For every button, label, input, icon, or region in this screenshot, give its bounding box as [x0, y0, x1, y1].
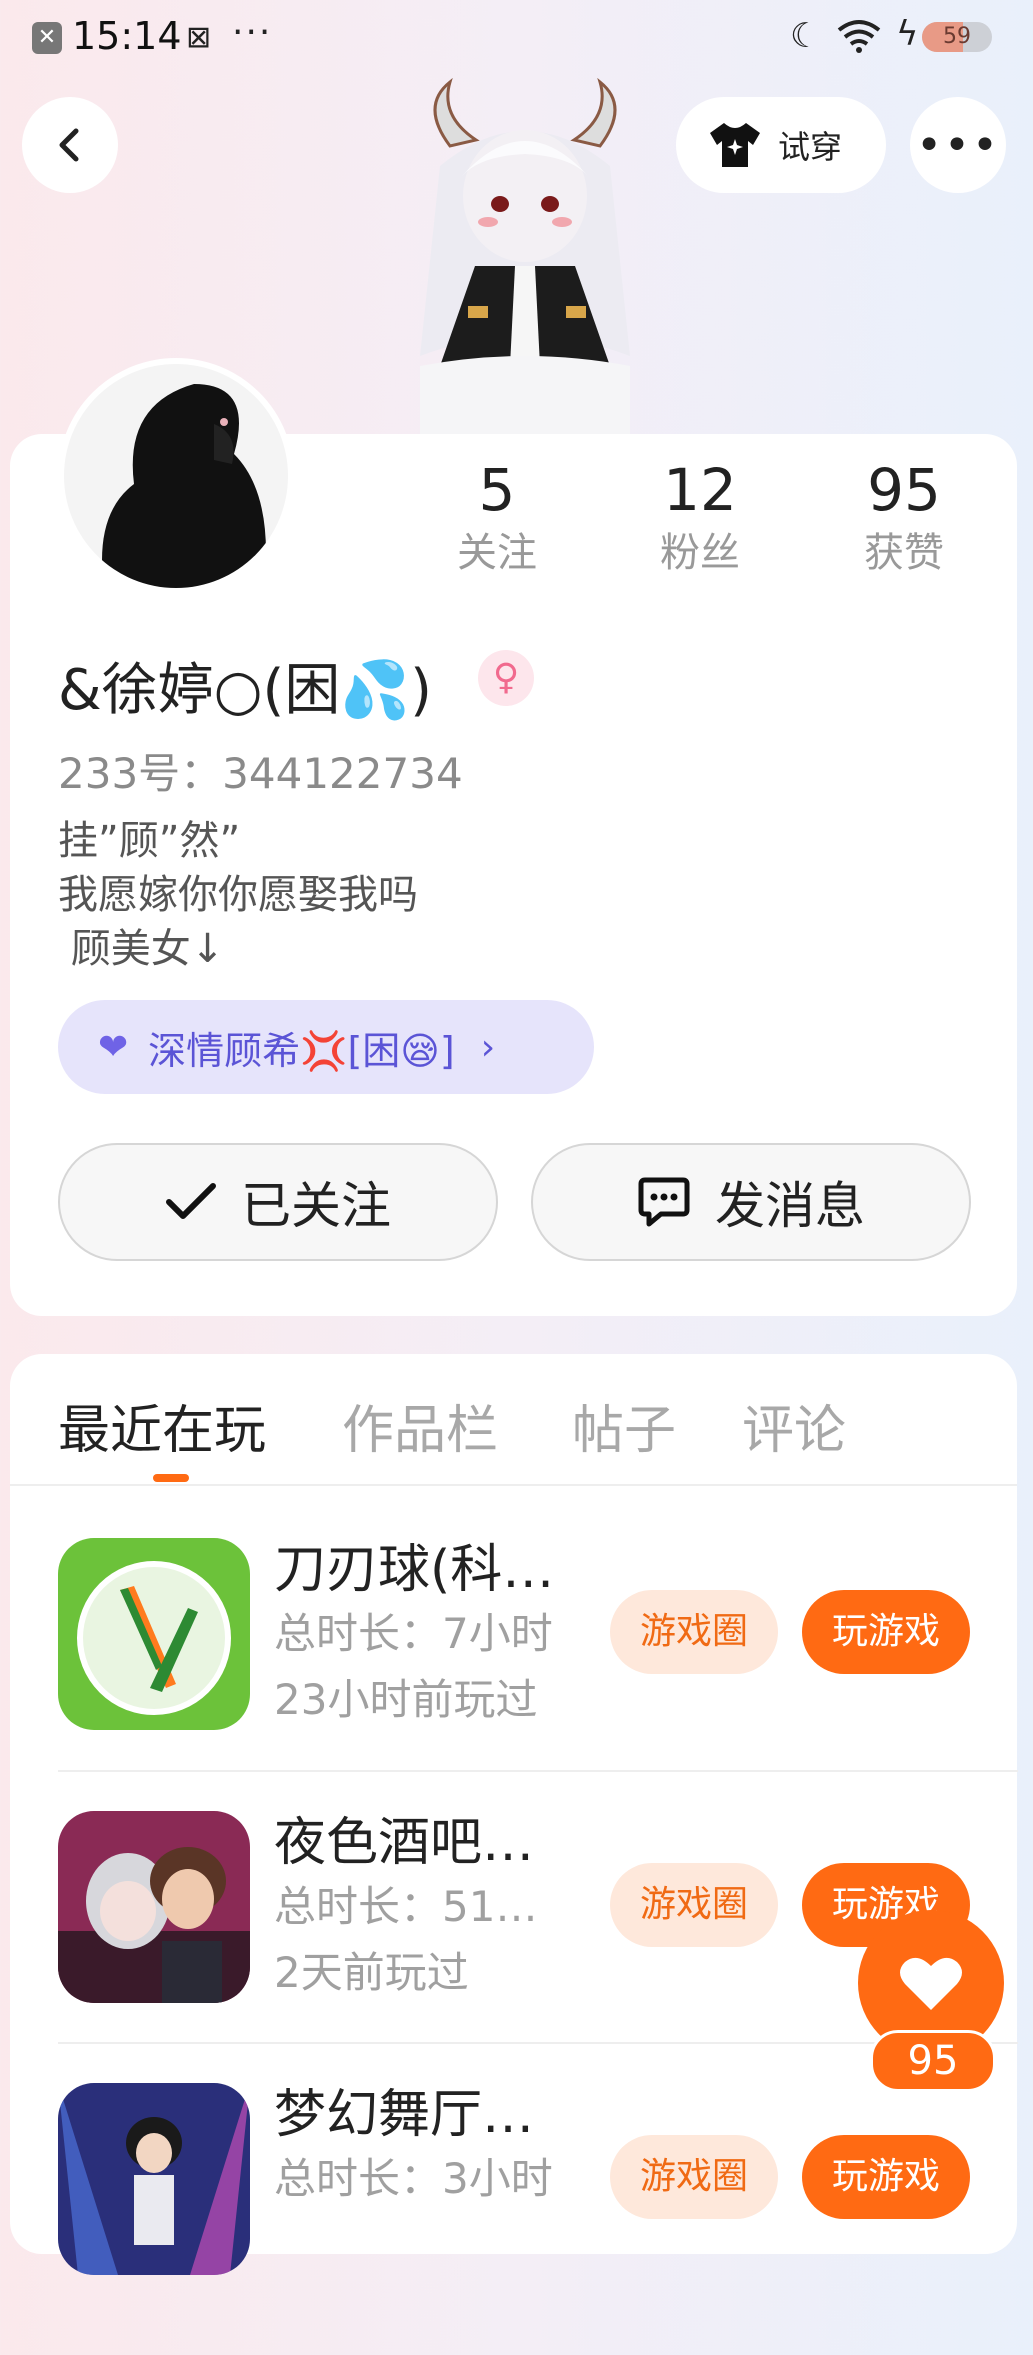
play-game-button[interactable]: 玩游戏: [802, 1590, 970, 1674]
try-on-button[interactable]: 试穿: [676, 97, 886, 193]
more-options-button[interactable]: •••: [910, 97, 1006, 193]
tab-recently-played[interactable]: 最近在玩: [58, 1388, 266, 1463]
avatar[interactable]: [58, 358, 294, 594]
guild-tag-label: 深情顾希💢[困😪]: [148, 1028, 455, 1073]
game-duration: 总时长：7小时: [274, 1609, 553, 1658]
active-tab-indicator: [153, 1474, 189, 1482]
more-notifications-icon: ···: [232, 12, 273, 53]
battery-level: 59: [943, 24, 971, 49]
send-message-button[interactable]: 发消息: [531, 1143, 971, 1261]
shirt-icon: [710, 123, 760, 167]
game-name: 刀刃球(科…: [274, 1540, 555, 1600]
likes-label: 获赞: [864, 530, 944, 576]
wifi-icon: [836, 18, 882, 58]
female-gender-icon: ♀: [478, 650, 534, 706]
tab-works[interactable]: 作品栏: [342, 1388, 498, 1463]
guild-tag[interactable]: ❤ 深情顾希💢[困😪] ›: [58, 1000, 594, 1094]
game-icon-dream-dance: [58, 2083, 250, 2275]
like-count: 95: [870, 2030, 996, 2092]
followed-label: 已关注: [241, 1177, 391, 1235]
game-row[interactable]: 梦幻舞厅… 总时长：3小时 游戏圈 玩游戏: [0, 2083, 1033, 2355]
charging-icon: ϟ: [896, 14, 919, 54]
game-circle-button[interactable]: 游戏圈: [610, 1863, 778, 1947]
battery-indicator: 59: [922, 22, 992, 52]
following-label: 关注: [457, 530, 537, 576]
more-dots-icon: •••: [916, 119, 1000, 171]
row-divider: [58, 1770, 1018, 1772]
following-stat[interactable]: 5 关注: [417, 455, 577, 581]
game-icon-night-bar: [58, 1811, 250, 2003]
bio: 挂”顾”然” 我愿嫁你你愿娶我吗 顾美女↓: [58, 818, 418, 972]
following-count: 5: [478, 456, 516, 524]
notification-close-icon: ✕: [32, 22, 62, 54]
game-name: 梦幻舞厅…: [274, 2085, 535, 2145]
fans-label: 粉丝: [660, 530, 740, 576]
back-button[interactable]: [22, 97, 118, 193]
chat-bubble-icon: [638, 1177, 690, 1227]
tab-comments[interactable]: 评论: [742, 1388, 846, 1463]
nfc-icon: ⊠: [186, 20, 212, 55]
fans-count: 12: [663, 456, 737, 524]
send-message-label: 发消息: [715, 1177, 865, 1235]
game-circle-button[interactable]: 游戏圈: [610, 1590, 778, 1674]
heart-icon: [900, 1957, 962, 2010]
play-game-button[interactable]: 玩游戏: [802, 2135, 970, 2219]
user-id: 233号：344122734: [58, 749, 463, 798]
tab-posts[interactable]: 帖子: [572, 1388, 676, 1463]
nickname: &徐婷○(困💦): [58, 658, 432, 723]
likes-stat[interactable]: 95 获赞: [824, 455, 984, 581]
heart-icon: ❤: [98, 1026, 129, 1068]
game-duration: 总时长：51…: [274, 1882, 538, 1931]
likes-count: 95: [867, 456, 941, 524]
tabs-divider: [10, 1484, 1017, 1486]
game-icon-blade-ball: [58, 1538, 250, 1730]
game-circle-button[interactable]: 游戏圈: [610, 2135, 778, 2219]
chevron-right-icon: ›: [480, 1026, 496, 1068]
checkmark-icon: [166, 1183, 216, 1219]
game-name: 夜色酒吧…: [274, 1813, 535, 1873]
status-bar: ✕ 15:14 ⊠ ··· ☾ ϟ 59: [0, 0, 1033, 75]
try-on-label: 试穿: [778, 128, 843, 166]
status-time: 15:14: [72, 14, 182, 58]
dnd-moon-icon: ☾: [790, 16, 821, 56]
game-last-played: 23小时前玩过: [274, 1675, 538, 1724]
fans-stat[interactable]: 12 粉丝: [620, 455, 780, 581]
followed-button[interactable]: 已关注: [58, 1143, 498, 1261]
game-last-played: 2天前玩过: [274, 1948, 469, 1997]
back-arrow-icon: [59, 128, 79, 162]
avatar-character-illustration: [380, 76, 670, 436]
game-duration: 总时长：3小时: [274, 2154, 553, 2203]
